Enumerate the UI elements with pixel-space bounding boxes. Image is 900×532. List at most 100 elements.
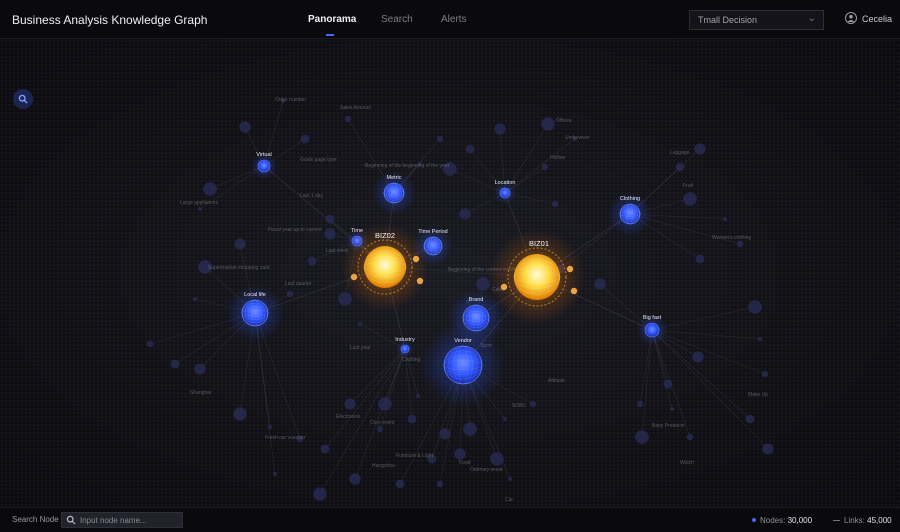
- chevron-down-icon: ⌄: [807, 13, 816, 24]
- graph-edge: [354, 348, 406, 480]
- category-node-industry[interactable]: Industry: [395, 337, 415, 358]
- node-legend-icon: [752, 518, 756, 522]
- dataset-select-value: Tmall Decision: [698, 15, 758, 25]
- tab-panorama[interactable]: Panorama: [308, 14, 356, 25]
- faint-node: [692, 351, 704, 363]
- zoom-search-button[interactable]: [13, 89, 33, 109]
- faint-node: [273, 472, 277, 476]
- faint-node: [508, 477, 512, 481]
- faint-node-label: Shanghai: [190, 390, 211, 396]
- tab-search[interactable]: Search: [381, 14, 413, 25]
- faint-node-label: Baby Products: [652, 423, 685, 429]
- category-node-label: Location: [495, 180, 516, 186]
- faint-node-label: Beginning of the beginning of the year: [365, 163, 450, 169]
- category-node-sphere: [400, 344, 410, 354]
- faint-node: [344, 115, 352, 123]
- faint-node: [416, 394, 420, 398]
- category-node-sphere: [619, 203, 641, 225]
- major-node-sphere: [514, 254, 560, 300]
- tab-alerts[interactable]: Alerts: [441, 14, 467, 25]
- graph-edge: [651, 329, 766, 375]
- knowledge-graph-canvas[interactable]: Order number Sales Amount Beginning of the…: [0, 39, 900, 507]
- category-node-sphere: [644, 322, 660, 338]
- category-node-label: Time Period: [418, 229, 447, 235]
- category-node-metric[interactable]: Metric: [372, 171, 416, 215]
- faint-node-label: Sales Amount: [340, 105, 371, 111]
- search-node-input[interactable]: [80, 513, 180, 527]
- faint-node-label: Offices: [556, 118, 572, 124]
- nodes-count: Nodes: 30,000: [752, 516, 812, 525]
- major-node-satellite: [566, 265, 574, 273]
- faint-node: [636, 400, 644, 408]
- faint-node-label: Large appliances: [180, 200, 219, 206]
- graph-edge: [651, 306, 756, 331]
- category-node-sphere: [383, 182, 405, 204]
- category-node-local-life[interactable]: Local life: [226, 284, 284, 342]
- search-node-box[interactable]: [61, 512, 183, 528]
- faint-node-label: Last 1 day: [300, 193, 324, 199]
- faint-node: [268, 425, 272, 429]
- category-node-clothing[interactable]: Clothing: [608, 192, 652, 236]
- faint-node-label: Make Up: [748, 392, 768, 398]
- faint-node: [748, 300, 762, 314]
- faint-node-label: Attitude: [548, 378, 565, 384]
- faint-node-label: Guide page type: [300, 157, 337, 163]
- faint-node: [307, 256, 317, 266]
- faint-node-label: Luggage: [670, 150, 690, 156]
- faint-node: [454, 448, 466, 460]
- faint-node: [490, 452, 504, 466]
- faint-node: [239, 121, 251, 133]
- faint-node: [376, 425, 384, 433]
- faint-node: [436, 135, 444, 143]
- major-node-sphere: [364, 246, 406, 288]
- faint-node-label: Fruit: [683, 183, 694, 189]
- user-icon: [847, 14, 855, 22]
- faint-node-label: Food: [459, 460, 471, 466]
- faint-node: [407, 414, 417, 424]
- faint-node-label: Fresh car voucher: [265, 435, 306, 441]
- bottom-bar: Search Node Nodes: 30,000 Links: 45,000: [0, 507, 900, 532]
- faint-node: [395, 479, 405, 489]
- faint-node: [193, 297, 197, 301]
- dataset-select[interactable]: Tmall Decision ⌄: [689, 10, 824, 30]
- major-node-biz01[interactable]: BIZ01: [488, 228, 586, 326]
- category-node-sphere: [499, 187, 511, 199]
- category-node-label: Brand: [469, 297, 484, 303]
- active-tab-indicator: [326, 34, 334, 36]
- faint-node: [683, 192, 697, 206]
- graph-edge: [324, 348, 406, 450]
- category-node-vendor[interactable]: Vendor: [421, 323, 505, 407]
- major-node-label: BIZ01: [529, 239, 549, 248]
- faint-node: [723, 217, 727, 221]
- major-node-satellite: [500, 283, 508, 291]
- app-title: Business Analysis Knowledge Graph: [12, 13, 208, 27]
- faint-node: [439, 428, 451, 440]
- category-node-sphere: [423, 236, 443, 256]
- faint-node: [436, 480, 444, 488]
- faint-node: [695, 254, 705, 264]
- category-node-label: Big fast: [643, 315, 662, 321]
- faint-node: [635, 430, 649, 444]
- faint-node: [320, 444, 330, 454]
- faint-node-label: Underwear: [565, 135, 590, 141]
- faint-node: [463, 422, 477, 436]
- faint-node: [358, 322, 362, 326]
- faint-node: [338, 292, 352, 306]
- category-node-label: Local life: [244, 292, 266, 298]
- category-node-location[interactable]: Location: [494, 180, 516, 204]
- faint-node: [324, 228, 336, 240]
- search-node-label: Search Node: [12, 515, 59, 524]
- category-node-label: Industry: [395, 337, 415, 343]
- faint-node: [670, 407, 674, 411]
- category-node-virtual[interactable]: Virtual: [250, 152, 278, 180]
- faint-node-label: Core event: [370, 420, 395, 426]
- faint-node: [551, 200, 559, 208]
- category-node-big-fast[interactable]: Big fast: [636, 314, 668, 346]
- major-node-satellite: [570, 287, 578, 295]
- category-node-label: Vendor: [454, 338, 472, 344]
- avatar: [845, 12, 857, 24]
- knowledge-graph[interactable]: Order number Sales Amount Beginning of the…: [0, 39, 900, 507]
- faint-node-label: Hollow: [550, 155, 565, 161]
- major-node-biz02[interactable]: BIZ02: [340, 222, 430, 312]
- faint-node-label: Hangzhou: [372, 463, 395, 469]
